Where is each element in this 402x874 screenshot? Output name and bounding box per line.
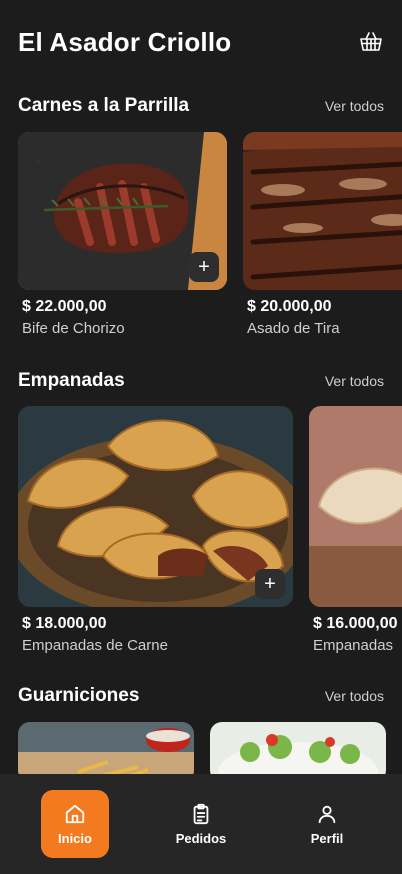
clipboard-icon — [193, 803, 209, 824]
add-to-cart-button[interactable]: + — [189, 252, 219, 282]
bottom-nav: Inicio Pedidos Perfil — [0, 774, 402, 874]
home-icon — [65, 804, 85, 823]
carousel-carnes[interactable]: + $ 22.000,00 Bife de Chorizo $ 20.000,0… — [18, 132, 402, 337]
product-image — [18, 722, 194, 782]
product-image: + — [18, 132, 227, 290]
nav-label: Perfil — [310, 830, 344, 846]
product-card[interactable]: $ 16.000,00 Empanadas — [309, 406, 402, 654]
section-header-guarniciones: Guarniciones Ver todos — [18, 684, 384, 708]
see-all-link[interactable]: Ver todos — [325, 373, 384, 389]
product-card[interactable]: $ 20.000,00 Asado de Tira — [243, 132, 402, 337]
product-image: + — [18, 406, 293, 607]
section-header-carnes: Carnes a la Parrilla Ver todos — [18, 94, 384, 118]
nav-label: Inicio — [58, 830, 92, 846]
product-price: $ 20.000,00 — [247, 298, 332, 315]
product-name: Asado de Tira — [247, 320, 340, 337]
nav-item-pedidos[interactable]: Pedidos — [167, 790, 235, 858]
section-title: Guarniciones — [18, 685, 140, 706]
product-name: Empanadas — [313, 637, 394, 654]
app-header: El Asador Criollo — [18, 22, 384, 62]
product-card[interactable]: + $ 18.000,00 Empanadas de Carne — [18, 406, 293, 654]
nav-label: Pedidos — [175, 830, 227, 846]
user-icon — [318, 805, 336, 823]
product-card[interactable] — [18, 722, 194, 782]
product-card[interactable]: + $ 22.000,00 Bife de Chorizo — [18, 132, 227, 337]
basket-icon[interactable] — [358, 29, 384, 55]
carousel-empanadas[interactable]: + $ 18.000,00 Empanadas de Carne $ 16.00… — [18, 406, 402, 654]
add-to-cart-button[interactable]: + — [255, 569, 285, 599]
app-title: El Asador Criollo — [18, 26, 232, 57]
nav-item-perfil[interactable]: Perfil — [293, 790, 361, 858]
product-price: $ 16.000,00 — [313, 615, 398, 632]
product-name: Empanadas de Carne — [22, 637, 168, 654]
product-image — [309, 406, 402, 607]
product-price: $ 22.000,00 — [22, 298, 107, 315]
product-image — [210, 722, 386, 782]
section-title: Carnes a la Parrilla — [18, 95, 190, 116]
see-all-link[interactable]: Ver todos — [325, 688, 384, 704]
product-price: $ 18.000,00 — [22, 615, 107, 632]
product-card[interactable] — [210, 722, 386, 782]
product-name: Bife de Chorizo — [22, 320, 125, 337]
product-image — [243, 132, 402, 290]
carousel-guarniciones[interactable] — [18, 722, 402, 782]
nav-item-inicio[interactable]: Inicio — [41, 790, 109, 858]
section-header-empanadas: Empanadas Ver todos — [18, 369, 384, 393]
section-title: Empanadas — [18, 370, 125, 391]
see-all-link[interactable]: Ver todos — [325, 98, 384, 114]
